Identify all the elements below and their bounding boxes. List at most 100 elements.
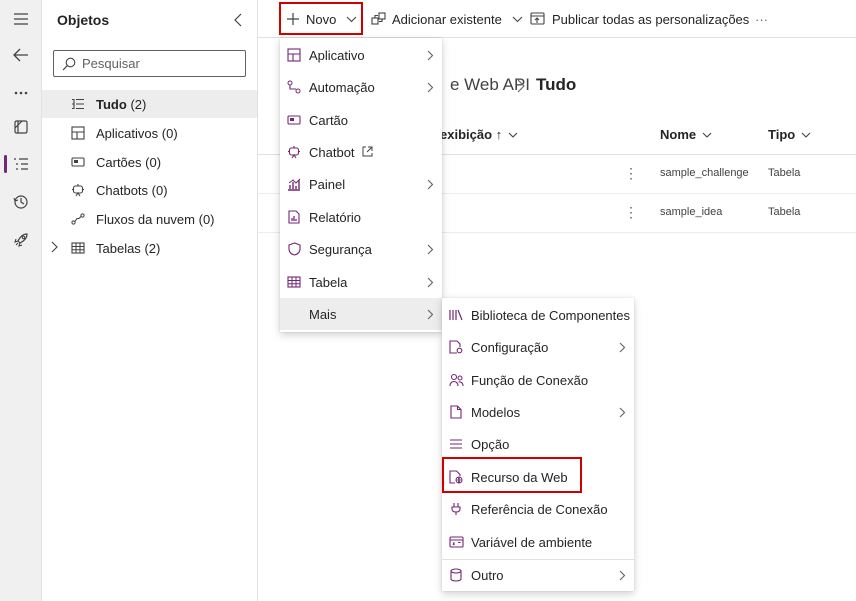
tree-item-count: (0) xyxy=(151,182,168,198)
history-icon[interactable] xyxy=(0,185,42,219)
report-icon xyxy=(286,209,302,225)
tree-item-label: Fluxos da nuvem xyxy=(96,211,195,227)
more-commands-button[interactable]: ··· xyxy=(755,0,768,38)
flow-icon xyxy=(70,211,86,227)
card-icon xyxy=(286,112,302,128)
menu-item-outro[interactable]: Outro xyxy=(442,559,634,591)
menu-item-label: Cartão xyxy=(309,112,349,128)
tree-item-tudo[interactable]: Tudo (2) xyxy=(42,90,257,118)
chevron-right-icon xyxy=(427,179,434,190)
back-arrow-icon[interactable] xyxy=(0,38,42,72)
menu-item-label: Aplicativo xyxy=(309,47,365,63)
menu-item-biblioteca-de-componentes[interactable]: Biblioteca de Componentes xyxy=(442,299,634,331)
solutions-icon[interactable] xyxy=(0,110,42,144)
publish-all-button[interactable]: Publicar todas as personalizações xyxy=(530,0,749,38)
left-rail xyxy=(0,0,42,601)
menu-item-variavel-de-ambiente[interactable]: Variável de ambiente xyxy=(442,526,634,558)
shield-icon xyxy=(286,241,302,257)
row-more-button[interactable]: ⋮ xyxy=(624,204,638,221)
menu-item-aplicativo[interactable]: Aplicativo xyxy=(280,39,442,71)
card-icon xyxy=(70,154,86,170)
column-header-display-name[interactable]: exibição ↑ xyxy=(440,127,518,142)
menu-item-automacao[interactable]: Automação xyxy=(280,71,442,103)
menu-item-modelos[interactable]: Modelos xyxy=(442,396,634,428)
tree-item-cartoes[interactable]: Cartões (0) xyxy=(42,148,257,176)
external-link-icon xyxy=(362,146,373,157)
menu-item-label: Relatório xyxy=(309,209,362,225)
apps-icon xyxy=(70,125,86,141)
breadcrumb-current: Tudo xyxy=(536,75,577,94)
column-header-label: Tipo xyxy=(768,127,796,142)
menu-item-painel[interactable]: Painel xyxy=(280,168,442,200)
tree-item-label: Tabelas xyxy=(96,240,141,256)
tree-item-chatbots[interactable]: Chatbots (0) xyxy=(42,176,257,204)
menu-item-mais[interactable]: Mais xyxy=(280,298,442,330)
menu-item-tabela[interactable]: Tabela xyxy=(280,266,442,298)
row-name-cell: sample_idea xyxy=(660,206,723,218)
chevron-right-icon xyxy=(427,277,434,288)
menu-item-chatbot[interactable]: Chatbot xyxy=(280,136,442,168)
objects-search-input[interactable] xyxy=(82,56,242,71)
row-type-cell: Tabela xyxy=(768,167,801,179)
tree-item-fluxos-da-nuvem[interactable]: Fluxos da nuvem (0) xyxy=(42,205,257,233)
objects-panel-title: Objetos xyxy=(57,12,110,28)
objects-icon[interactable] xyxy=(0,147,42,181)
column-header-type[interactable]: Tipo xyxy=(768,127,811,142)
publish-icon xyxy=(530,12,546,26)
menu-item-seguranca[interactable]: Segurança xyxy=(280,233,442,265)
tree-item-count: (0) xyxy=(198,211,215,227)
chatbot-icon xyxy=(286,144,302,160)
chevron-right-icon xyxy=(427,50,434,61)
menu-item-configuracao[interactable]: Configuração xyxy=(442,331,634,363)
list-icon xyxy=(70,96,86,112)
automation-icon xyxy=(286,79,302,95)
row-name-cell: sample_challenge xyxy=(660,167,749,179)
row-type-cell: Tabela xyxy=(768,206,801,218)
tree-item-count: (2) xyxy=(130,96,147,112)
menu-item-referencia-de-conexao[interactable]: Referência de Conexão xyxy=(442,493,634,525)
more-icon[interactable] xyxy=(0,76,42,110)
new-button-highlight-box xyxy=(279,2,363,35)
row-more-button[interactable]: ⋮ xyxy=(624,165,638,182)
chevron-right-icon[interactable] xyxy=(50,241,58,253)
add-existing-icon xyxy=(371,12,386,26)
tree-item-tabelas[interactable]: Tabelas (2) xyxy=(42,234,257,262)
tree-item-aplicativos[interactable]: Aplicativos (0) xyxy=(42,119,257,147)
column-header-label: exibição ↑ xyxy=(440,127,503,142)
menu-item-label: Modelos xyxy=(471,404,521,420)
column-header-name[interactable]: Nome xyxy=(660,127,712,142)
table-icon xyxy=(70,240,86,256)
people-icon xyxy=(448,372,464,388)
add-existing-button[interactable]: Adicionar existente xyxy=(371,0,523,38)
menu-item-label: Configuração xyxy=(471,339,549,355)
menu-item-cartao[interactable]: Cartão xyxy=(280,104,442,136)
chevron-right-icon xyxy=(427,82,434,93)
publish-label: Publicar todas as personalizações xyxy=(552,11,750,27)
menu-item-label: Segurança xyxy=(309,241,372,257)
menu-item-opcao[interactable]: Opção xyxy=(442,428,634,460)
collapse-panel-chevron-left-icon[interactable] xyxy=(228,10,248,30)
chevron-down-icon xyxy=(801,132,811,138)
variable-icon xyxy=(448,534,464,550)
menu-item-label: Automação xyxy=(309,79,375,95)
command-bar: Novo Adicionar existente Publicar todas … xyxy=(258,0,856,38)
tree-item-label: Tudo xyxy=(96,96,127,112)
search-icon xyxy=(62,57,76,71)
plug-icon xyxy=(448,501,464,517)
objects-panel: Objetos Tudo (2) Aplicativos (0) Cartões… xyxy=(42,0,258,601)
menu-item-relatorio[interactable]: Relatório xyxy=(280,201,442,233)
menu-item-label: Tabela xyxy=(309,274,348,290)
deployment-rocket-icon[interactable] xyxy=(0,223,42,257)
menu-item-funcao-de-conexao[interactable]: Função de Conexão xyxy=(442,364,634,396)
column-header-label: Nome xyxy=(660,127,697,142)
more-submenu: Biblioteca de Componentes Configuração F… xyxy=(442,298,634,591)
menu-item-label: Variável de ambiente xyxy=(471,534,593,550)
chevron-right-icon xyxy=(427,309,434,320)
breadcrumb-chevron-icon xyxy=(517,79,525,93)
menu-item-label: Biblioteca de Componentes xyxy=(471,307,630,323)
tree-item-count: (2) xyxy=(144,240,161,256)
chevron-right-icon xyxy=(427,244,434,255)
hamburger-icon[interactable] xyxy=(0,2,42,36)
objects-search-box[interactable] xyxy=(53,50,246,77)
menu-item-label: Função de Conexão xyxy=(471,372,589,388)
